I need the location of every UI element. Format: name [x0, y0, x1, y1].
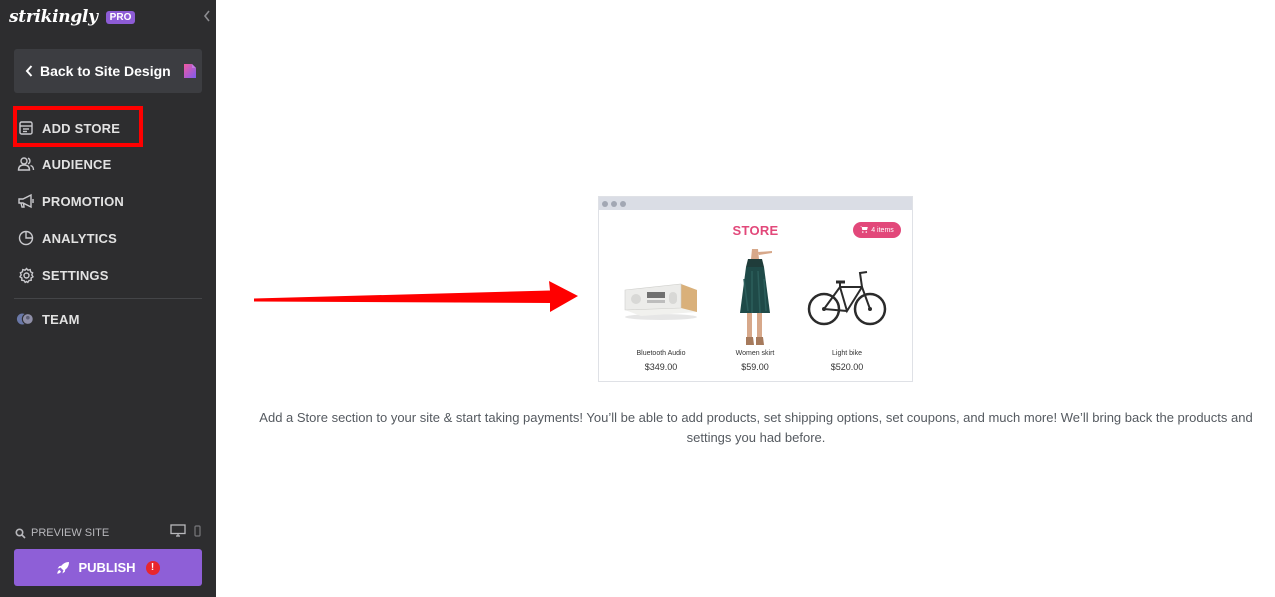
product-price: $59.00 — [741, 362, 769, 372]
team-avatars-icon — [16, 309, 36, 329]
search-icon — [15, 527, 26, 539]
back-to-site-design-button[interactable]: Back to Site Design — [14, 49, 202, 93]
product-name: Women skirt — [735, 350, 775, 357]
cart-label: 4 items — [871, 226, 894, 234]
site-design-icon — [183, 63, 197, 79]
product-name: Light bike — [832, 350, 862, 357]
browser-bar — [599, 197, 912, 210]
device-toggle — [170, 524, 201, 540]
rocket-icon — [56, 561, 70, 575]
sidebar-item-promotion[interactable]: PROMOTION — [16, 189, 124, 213]
sidebar-item-label: TEAM — [42, 311, 80, 327]
product-card: Women skirt $59.00 — [709, 249, 801, 372]
annotation-arrow — [253, 278, 583, 323]
bike-product-image — [801, 249, 893, 347]
radio-product-image — [615, 249, 707, 347]
preview-site-label[interactable]: PREVIEW SITE — [31, 527, 109, 539]
product-name: Bluetooth Audio — [636, 350, 686, 357]
sidebar-item-label: ANALYTICS — [42, 230, 117, 246]
sidebar-divider — [14, 298, 202, 299]
sidebar-item-settings[interactable]: SETTINGS — [16, 263, 109, 287]
store-preview-image: STORE 4 items Bluetooth Audio $349.00 Wo… — [598, 196, 913, 382]
cart-icon — [860, 225, 869, 235]
preview-site-row[interactable]: PREVIEW SITE — [15, 524, 203, 542]
sidebar-item-audience[interactable]: AUDIENCE — [16, 152, 112, 176]
product-card: Light bike $520.00 — [801, 249, 893, 372]
store-description: Add a Store section to your site & start… — [259, 410, 1253, 445]
sidebar-item-label: PROMOTION — [42, 193, 124, 209]
publish-button[interactable]: PUBLISH ! — [14, 549, 202, 586]
sidebar-item-team[interactable]: TEAM — [16, 307, 80, 331]
desktop-icon[interactable] — [170, 524, 186, 540]
megaphone-icon — [16, 191, 36, 211]
main-content: STORE 4 items Bluetooth Audio $349.00 Wo… — [216, 0, 1275, 597]
product-price: $349.00 — [644, 362, 678, 372]
back-button-label: Back to Site Design — [40, 63, 171, 79]
sidebar-item-add-store[interactable]: ADD STORE — [16, 116, 120, 140]
sidebar-item-label: AUDIENCE — [42, 156, 112, 172]
gear-icon — [16, 265, 36, 285]
collapse-sidebar-icon[interactable] — [201, 9, 213, 23]
window-dot — [620, 200, 626, 207]
pro-badge: PRO — [105, 10, 136, 24]
cart-badge: 4 items — [853, 222, 901, 238]
sidebar-item-label: ADD STORE — [42, 120, 121, 136]
chevron-left-icon — [25, 65, 33, 77]
sidebar-item-analytics[interactable]: ANALYTICS — [16, 226, 117, 250]
mobile-icon[interactable] — [194, 524, 201, 540]
window-dot — [611, 200, 617, 207]
product-price: $520.00 — [830, 362, 864, 372]
publish-label: PUBLISH — [78, 560, 136, 575]
skirt-product-image — [709, 249, 801, 347]
window-dot — [602, 200, 608, 207]
users-icon — [16, 154, 36, 174]
logo-row: strikingly PRO — [9, 5, 136, 29]
sidebar: strikingly PRO Back to Site Design ADD S… — [0, 0, 216, 597]
product-card: Bluetooth Audio $349.00 — [615, 249, 707, 372]
store-icon — [16, 118, 36, 138]
pie-chart-icon — [16, 228, 36, 248]
sidebar-item-label: SETTINGS — [42, 267, 109, 283]
publish-alert-badge: ! — [145, 560, 160, 575]
strikingly-logo[interactable]: strikingly — [9, 7, 98, 27]
